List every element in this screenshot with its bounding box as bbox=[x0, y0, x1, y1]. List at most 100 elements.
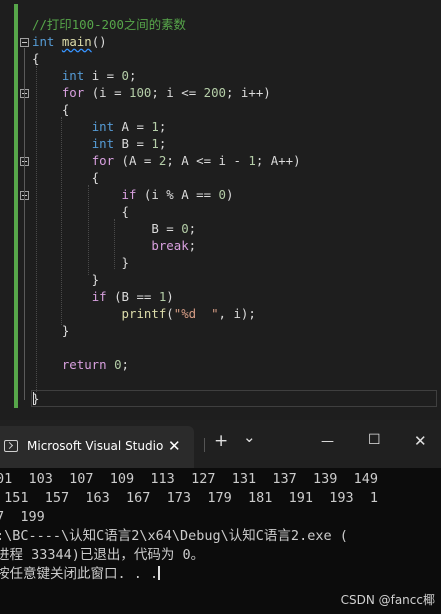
code-line[interactable]: } bbox=[32, 322, 69, 339]
code-token: { bbox=[32, 102, 70, 117]
code-token: } bbox=[32, 255, 129, 270]
code-token: ; bbox=[188, 221, 197, 236]
tab-close-button[interactable]: ✕ bbox=[168, 437, 181, 455]
code-token: ; bbox=[188, 238, 197, 253]
debug-console-window[interactable]: Microsoft Visual Studio ✕ + ⌄ — ☐ ✕ 01 1… bbox=[0, 420, 441, 614]
current-line-highlight bbox=[31, 390, 437, 407]
code-line[interactable]: for (A = 2; A <= i - 1; A++) bbox=[32, 152, 301, 169]
code-line[interactable]: for (i = 100; i <= 200; i++) bbox=[32, 84, 271, 101]
code-line[interactable]: { bbox=[32, 203, 129, 220]
code-line[interactable]: B = 0; bbox=[32, 220, 196, 237]
code-token: int bbox=[32, 34, 55, 49]
code-token: for bbox=[91, 153, 115, 168]
code-line[interactable]: int B = 1; bbox=[32, 135, 167, 152]
code-token: (i = bbox=[84, 85, 129, 100]
code-token: ; i++) bbox=[226, 85, 271, 100]
console-prompt-line[interactable]: 按任意键关闭此窗口. . . bbox=[0, 565, 161, 584]
code-token: 0 bbox=[121, 68, 130, 83]
code-token: 1 bbox=[151, 136, 159, 151]
code-token: return bbox=[61, 357, 107, 372]
code-token: { bbox=[32, 204, 129, 219]
console-output-line: 7 199 bbox=[0, 509, 45, 525]
tab-dropdown-button[interactable]: ⌄ bbox=[243, 428, 256, 446]
code-line[interactable]: return 0; bbox=[32, 356, 129, 373]
code-token: i = bbox=[84, 68, 122, 83]
console-caret bbox=[158, 566, 161, 580]
tab-separator bbox=[204, 438, 205, 452]
editor-margin bbox=[0, 0, 13, 412]
code-line[interactable]: int A = 1; bbox=[32, 118, 167, 135]
code-token: if bbox=[91, 289, 107, 304]
code-line[interactable]: if (i % A == 0) bbox=[32, 186, 234, 203]
code-line[interactable]: { bbox=[32, 50, 39, 67]
code-token: { bbox=[32, 51, 40, 66]
code-token: 1 bbox=[151, 119, 159, 134]
console-output-line: :\BC----\认知C语言2\x64\Debug\认知C语言2.exe ( bbox=[0, 528, 348, 544]
watermark: CSDN @fancc椰 bbox=[340, 593, 435, 607]
code-token: ( bbox=[166, 306, 174, 321]
code-token: 100 bbox=[129, 85, 152, 100]
code-token: { bbox=[32, 170, 100, 185]
code-token: 0 bbox=[181, 221, 189, 236]
code-line[interactable]: { bbox=[32, 169, 99, 186]
code-token: 1 bbox=[248, 153, 256, 168]
code-token: () bbox=[91, 34, 107, 49]
code-line[interactable]: if (B == 1) bbox=[32, 288, 174, 305]
code-line[interactable]: int main() bbox=[32, 33, 107, 50]
minimize-button[interactable]: — bbox=[321, 434, 334, 449]
code-token: ) bbox=[166, 289, 174, 304]
console-output-line: 进程 33344)已退出，代码为 0。 bbox=[0, 547, 205, 563]
code-line[interactable]: { bbox=[32, 101, 69, 118]
code-line[interactable]: printf("%d ", i); bbox=[32, 305, 256, 322]
code-token: int bbox=[91, 136, 115, 151]
terminal-tab[interactable]: Microsoft Visual Studio ✕ bbox=[0, 426, 194, 468]
code-token: "%d " bbox=[173, 306, 219, 321]
console-prompt-text: 按任意键关闭此窗口. . . bbox=[0, 566, 159, 582]
code-token: int bbox=[61, 68, 85, 83]
code-token: 200 bbox=[203, 85, 226, 100]
text-caret bbox=[33, 392, 34, 405]
console-output-line: 01 103 107 109 113 127 131 137 139 149 bbox=[0, 471, 379, 487]
code-token: (A = bbox=[114, 153, 159, 168]
code-token: ; A <= i - bbox=[166, 153, 249, 168]
code-token: printf bbox=[121, 306, 167, 321]
code-token: ; i <= bbox=[151, 85, 204, 100]
code-token: , i); bbox=[218, 306, 256, 321]
code-line[interactable]: } bbox=[32, 254, 129, 271]
code-token: //打印100-200之间的素数 bbox=[32, 17, 186, 32]
code-token: 0 bbox=[114, 357, 122, 372]
fold-guide bbox=[24, 48, 25, 400]
code-line[interactable]: } bbox=[32, 271, 99, 288]
code-line[interactable]: int i = 0; bbox=[32, 67, 137, 84]
code-token: B = bbox=[32, 221, 182, 236]
code-token: ; bbox=[158, 119, 167, 134]
new-tab-button[interactable]: + bbox=[214, 431, 228, 451]
code-editor[interactable]: //打印100-200之间的素数 int main(){ int i = 0; f… bbox=[0, 0, 441, 412]
window-close-button[interactable]: ✕ bbox=[414, 432, 427, 450]
maximize-button[interactable]: ☐ bbox=[368, 432, 381, 448]
code-token: ; bbox=[158, 136, 167, 151]
code-token: ) bbox=[225, 187, 234, 202]
terminal-icon bbox=[4, 440, 18, 452]
code-token: } bbox=[32, 323, 70, 338]
console-output-line: 151 157 163 167 173 179 181 191 193 1 bbox=[0, 490, 379, 506]
code-token: A = bbox=[114, 119, 152, 134]
code-token: (B == bbox=[106, 289, 159, 304]
code-token: if bbox=[121, 187, 137, 202]
tab-title: Microsoft Visual Studio bbox=[27, 439, 164, 453]
code-line[interactable]: //打印100-200之间的素数 bbox=[32, 16, 186, 33]
fold-toggle-main[interactable] bbox=[20, 38, 29, 47]
terminal-tab-bar: Microsoft Visual Studio ✕ + ⌄ — ☐ ✕ bbox=[0, 420, 441, 468]
code-line[interactable]: break; bbox=[32, 237, 196, 254]
code-token: (i % A == bbox=[136, 187, 219, 202]
